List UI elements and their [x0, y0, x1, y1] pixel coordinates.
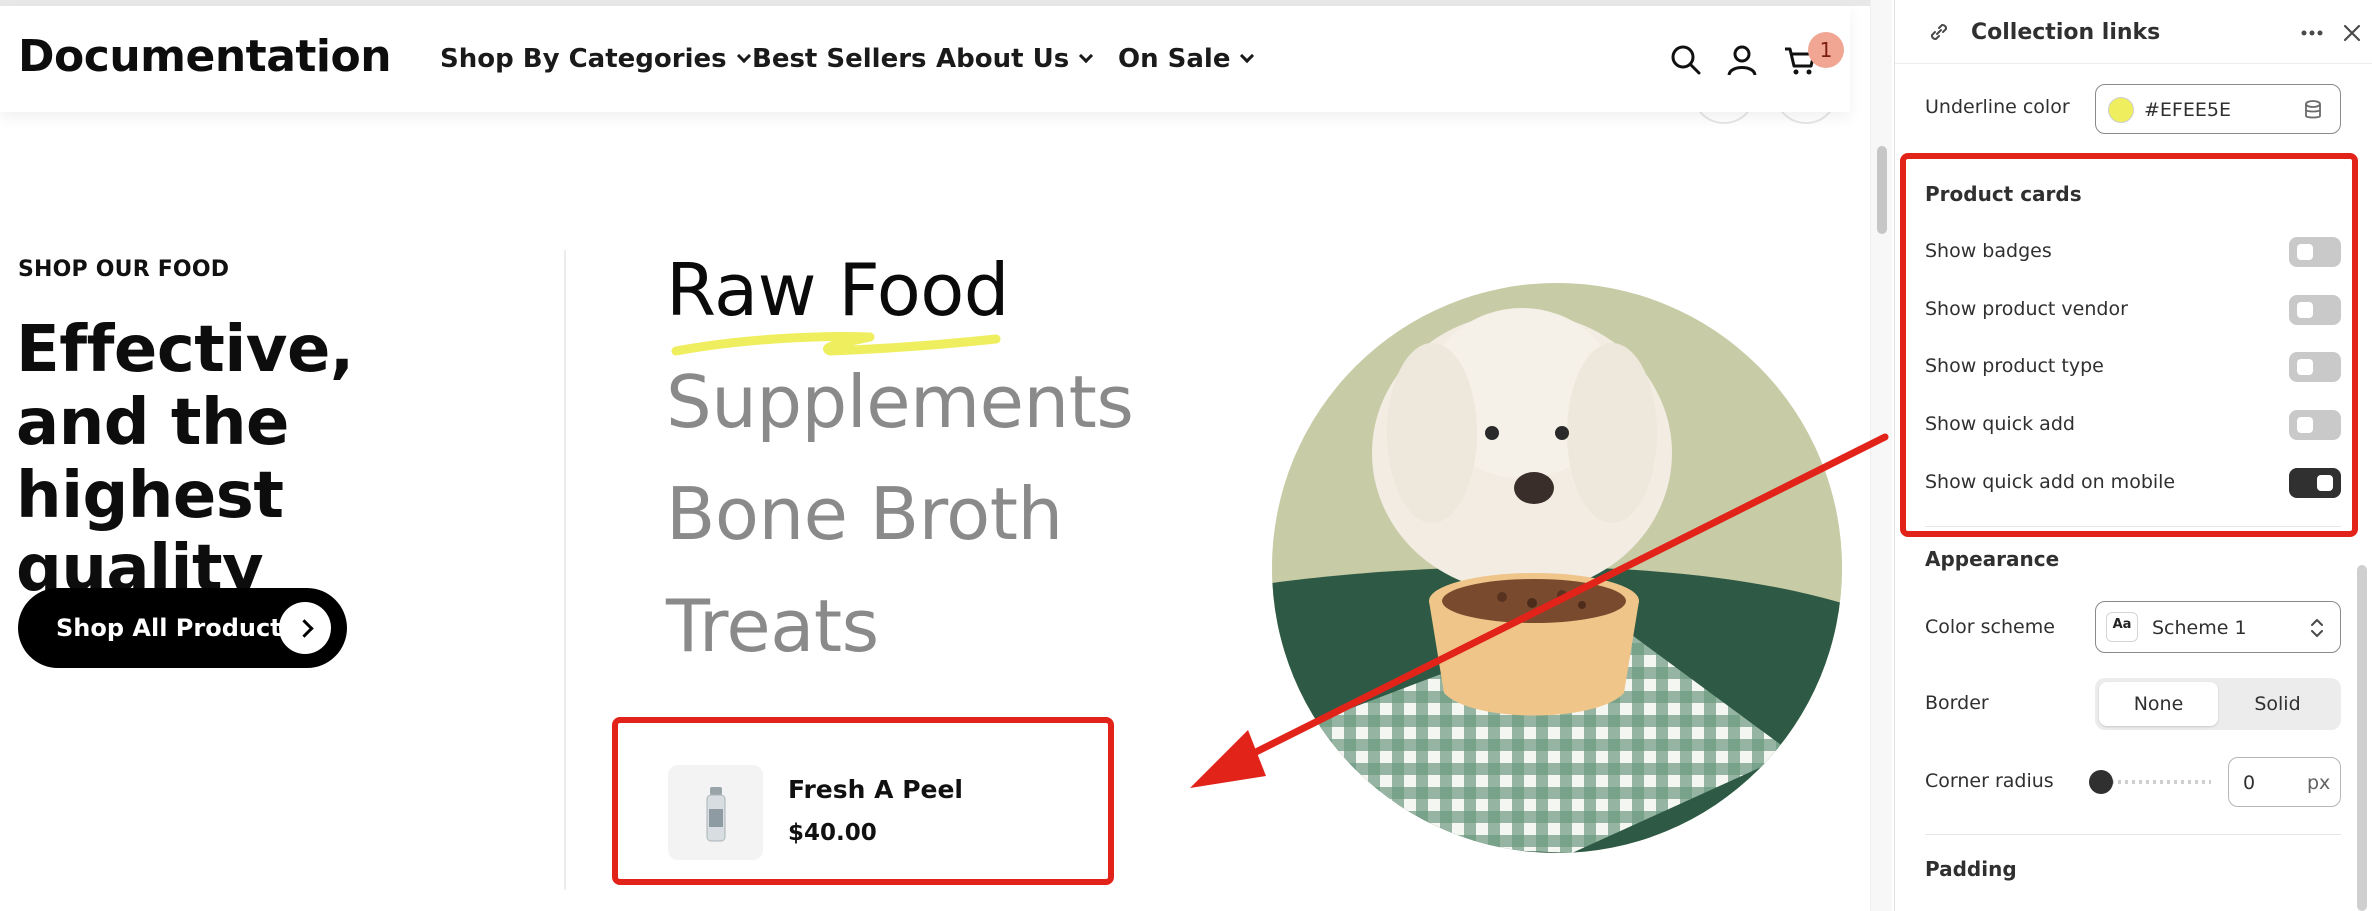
hero-headline: Effective, and the highest quality	[16, 313, 354, 606]
underline-color-value[interactable]: #EFEE5E	[2144, 99, 2231, 121]
storefront-preview: Documentation Shop By Categories Best Se…	[0, 0, 1870, 911]
arrow-right-icon	[279, 602, 331, 654]
section-divider	[1925, 834, 2341, 835]
corner-radius-input[interactable]: 0 px	[2228, 757, 2341, 807]
collection-link-bone-broth[interactable]: Bone Broth	[666, 472, 1063, 556]
panel-header: Collection links	[1895, 0, 2372, 64]
nav-label: On Sale	[1118, 44, 1231, 74]
select-chevrons-icon	[2311, 619, 2323, 637]
panel-title: Collection links	[1971, 20, 2161, 45]
product-price: $40.00	[788, 820, 877, 846]
padding-heading: Padding	[1925, 857, 2017, 881]
nav-best-sellers[interactable]: Best Sellers	[752, 44, 927, 74]
corner-radius-unit: px	[2307, 772, 2331, 794]
corner-radius-label: Corner radius	[1925, 770, 2054, 792]
button-label: Shop All Products	[56, 614, 296, 642]
section-eyebrow: SHOP OUR FOOD	[18, 257, 230, 282]
account-icon[interactable]	[1724, 42, 1760, 78]
show-product-type-label: Show product type	[1925, 355, 2104, 377]
active-link-underline	[671, 332, 1001, 356]
color-scheme-label: Color scheme	[1925, 616, 2055, 638]
nav-label: About Us	[936, 44, 1070, 74]
toggle-knob	[2297, 244, 2313, 260]
search-icon[interactable]	[1668, 42, 1704, 78]
nav-on-sale[interactable]: On Sale	[1118, 44, 1255, 74]
database-icon[interactable]	[2302, 99, 2324, 121]
section-divider	[1925, 526, 2341, 527]
dog-with-bowl-image	[1272, 283, 1842, 853]
close-icon[interactable]	[2341, 22, 2363, 44]
more-options-icon[interactable]	[2299, 20, 2325, 46]
toggle-knob	[2317, 475, 2333, 491]
toggle-knob	[2297, 417, 2313, 433]
shop-all-products-button[interactable]: Shop All Products	[18, 588, 347, 668]
appearance-heading: Appearance	[1925, 547, 2060, 571]
product-name: Fresh A Peel	[788, 775, 963, 804]
border-label: Border	[1925, 692, 1989, 714]
product-cards-heading: Product cards	[1925, 182, 2082, 206]
show-badges-label: Show badges	[1925, 240, 2052, 262]
section-divider	[564, 250, 566, 890]
nav-shop-by-categories[interactable]: Shop By Categories	[440, 44, 751, 74]
nav-label: Best Sellers	[752, 44, 927, 74]
show-quick-add-mobile-label: Show quick add on mobile	[1925, 471, 2176, 493]
collection-image	[1272, 283, 1842, 853]
nav-label: Shop By Categories	[440, 44, 727, 74]
show-quick-add-mobile-toggle[interactable]	[2289, 468, 2341, 498]
border-option-none[interactable]: None	[2099, 682, 2218, 726]
show-product-type-toggle[interactable]	[2289, 352, 2341, 382]
collection-link-treats[interactable]: Treats	[666, 584, 879, 668]
toggle-knob	[2297, 359, 2313, 375]
site-logo[interactable]: Documentation	[18, 31, 392, 82]
chevron-down-icon	[736, 48, 751, 64]
product-image	[668, 765, 763, 860]
cart-count-badge: 1	[1808, 32, 1844, 68]
show-product-vendor-label: Show product vendor	[1925, 298, 2128, 320]
collection-link-raw-food[interactable]: Raw Food	[666, 248, 1010, 332]
nav-about-us[interactable]: About Us	[936, 44, 1094, 74]
chevron-down-icon	[1240, 48, 1255, 64]
bottle-image	[706, 787, 726, 842]
color-swatch[interactable]	[2108, 97, 2134, 123]
site-header: Documentation Shop By Categories Best Se…	[0, 6, 1850, 112]
corner-radius-slider-thumb[interactable]	[2089, 770, 2113, 794]
show-quick-add-toggle[interactable]	[2289, 410, 2341, 440]
preview-scrollbar[interactable]	[1870, 0, 1892, 911]
color-scheme-select[interactable]: Aa Scheme 1	[2095, 601, 2341, 653]
product-card[interactable]: Fresh A Peel $40.00	[668, 765, 1098, 860]
underline-color-picker[interactable]: #EFEE5E	[2095, 84, 2341, 134]
corner-radius-slider-track[interactable]	[2097, 780, 2211, 784]
border-segmented-control: None Solid	[2095, 678, 2341, 730]
panel-scrollbar[interactable]	[2357, 565, 2367, 911]
toggle-knob	[2297, 302, 2313, 318]
link-icon	[1930, 23, 1948, 41]
color-scheme-value: Scheme 1	[2152, 617, 2247, 639]
show-product-vendor-toggle[interactable]	[2289, 295, 2341, 325]
preview-scrollbar-thumb[interactable]	[1877, 146, 1887, 234]
show-badges-toggle[interactable]	[2289, 237, 2341, 267]
underline-color-label: Underline color	[1925, 96, 2070, 118]
border-option-solid[interactable]: Solid	[2218, 682, 2337, 726]
show-quick-add-label: Show quick add	[1925, 413, 2075, 435]
corner-radius-value[interactable]: 0	[2243, 772, 2255, 794]
settings-panel: Collection links Underline color #EFEE5E…	[1894, 0, 2372, 911]
chevron-down-icon	[1079, 48, 1094, 64]
collection-link-supplements[interactable]: Supplements	[666, 360, 1134, 444]
color-scheme-chip: Aa	[2106, 612, 2138, 642]
